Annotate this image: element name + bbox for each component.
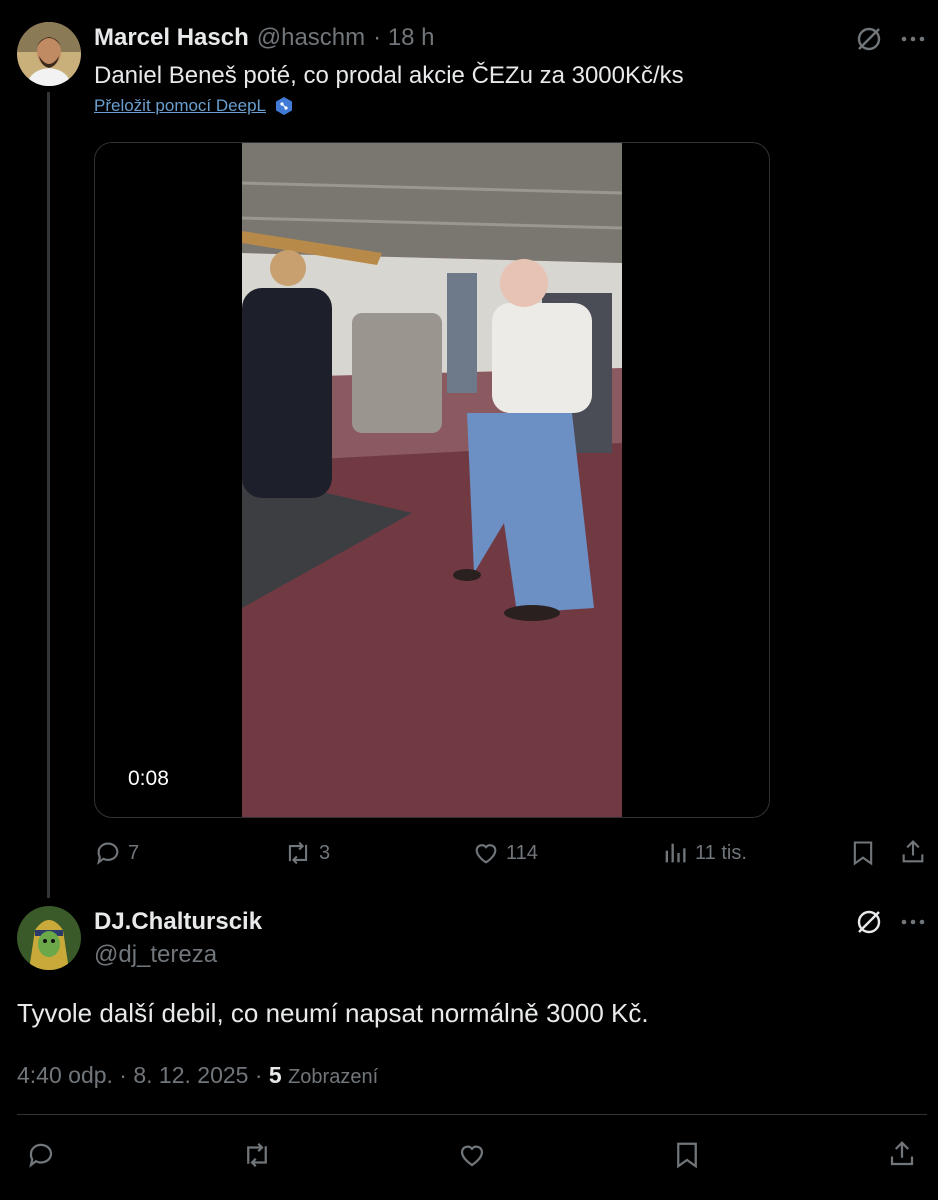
reply-author-handle[interactable]: @dj_tereza: [94, 941, 217, 969]
tweet-time[interactable]: · 18 h: [373, 24, 434, 52]
repost-button[interactable]: 3: [283, 839, 330, 867]
reply-views-label: Zobrazení: [288, 1066, 379, 1088]
share-icon[interactable]: [887, 1139, 917, 1174]
avatar-photo: [17, 22, 81, 86]
tweet-text: Daniel Beneš poté, co prodal akcie ČEZu …: [94, 62, 684, 89]
views-button[interactable]: 11 tis.: [661, 839, 747, 867]
reply-icon: [97, 842, 119, 865]
author-handle[interactable]: @haschm: [257, 24, 365, 52]
author-avatar[interactable]: [17, 22, 81, 86]
avatar-photo: [17, 906, 81, 970]
like-button[interactable]: 114: [472, 839, 538, 867]
video-thumbnail: [242, 143, 622, 817]
bookmark-icon[interactable]: [673, 1140, 701, 1175]
deepl-icon: [275, 97, 292, 115]
bookmark-icon[interactable]: [850, 839, 876, 872]
video-frame[interactable]: [242, 143, 622, 817]
grok-icon[interactable]: [856, 909, 882, 940]
repost-count: 3: [319, 841, 331, 864]
video-player[interactable]: 0:08: [94, 142, 770, 818]
views-count: 11 tis.: [695, 841, 747, 864]
views-icon: [665, 843, 686, 863]
translate-link-row: Přeložit pomocí DeepL: [94, 96, 294, 116]
reply-count: 7: [128, 841, 140, 864]
reply-author-name[interactable]: DJ.Chalturscik: [94, 908, 262, 936]
repost-icon: [288, 841, 308, 865]
reply-author-avatar[interactable]: [17, 906, 81, 970]
reply-views-count: 5: [268, 1062, 282, 1088]
divider: [17, 1114, 927, 1115]
translate-link[interactable]: Přeložit pomocí DeepL: [94, 96, 266, 116]
reply-text: Tyvole další debil, co neumí napsat norm…: [17, 998, 649, 1028]
reply-button[interactable]: 7: [94, 839, 139, 867]
share-icon[interactable]: [899, 838, 927, 871]
thread-line: [47, 92, 50, 898]
like-icon[interactable]: [456, 1140, 488, 1175]
author-name[interactable]: Marcel Hasch: [94, 24, 249, 52]
reply-timestamp[interactable]: 4:40 odp. · 8. 12. 2025 ·: [17, 1062, 263, 1088]
like-count: 114: [506, 841, 538, 864]
like-icon: [475, 844, 497, 864]
more-icon[interactable]: [900, 909, 926, 940]
tweet-header: Marcel Hasch @haschm · 18 h: [94, 24, 435, 52]
video-duration: 0:08: [128, 767, 169, 790]
more-icon[interactable]: [900, 26, 926, 57]
grok-icon[interactable]: [856, 26, 882, 57]
reply-timestamp-row: 4:40 odp. · 8. 12. 2025 · 5 Zobrazení: [17, 1062, 378, 1089]
repost-icon[interactable]: [240, 1140, 274, 1175]
reply-icon[interactable]: [26, 1140, 56, 1175]
